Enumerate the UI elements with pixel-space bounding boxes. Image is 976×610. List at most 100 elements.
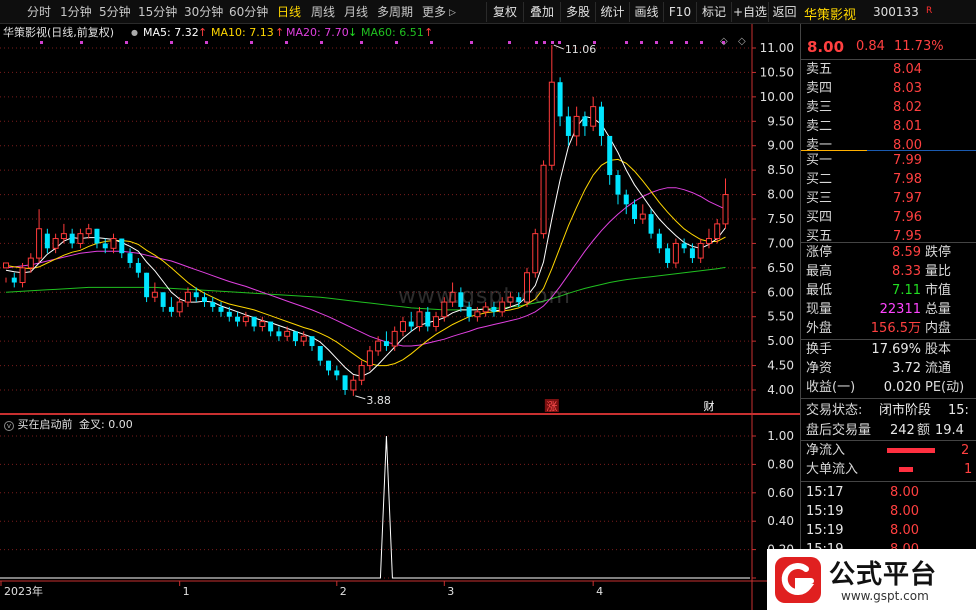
period-tab-5min[interactable]: 5分钟 (99, 4, 131, 21)
candle-body (639, 213, 646, 220)
period-tab-multi[interactable]: 多周期 (377, 4, 413, 21)
period-tab-30min[interactable]: 30分钟 (184, 4, 223, 21)
period-tab-60min[interactable]: 60分钟 (229, 4, 268, 21)
indicator-collapse-icon[interactable]: v (4, 421, 14, 431)
f10-button[interactable]: F10 (663, 2, 696, 22)
period-tab-daily[interactable]: 日线 (277, 4, 301, 21)
ma20-line (5, 187, 726, 347)
ma10-up-icon: ↑ (275, 26, 285, 39)
candle-body (366, 350, 373, 367)
back-button[interactable]: 返回 (768, 2, 800, 22)
bid-row[interactable]: 买四 7.96 (801, 208, 976, 227)
candle-body (151, 291, 158, 298)
after-hours-row: 盘后交易量 242 额 19.4 (806, 423, 964, 438)
bid-row[interactable]: 买二 7.98 (801, 170, 976, 189)
statistics-button[interactable]: 统计 (595, 2, 629, 22)
candle-body (242, 316, 249, 323)
candle-body (276, 331, 282, 337)
draw-line-button[interactable]: 画线 (629, 2, 663, 22)
bid-row[interactable]: 买三 7.97 (801, 189, 976, 208)
ask-row[interactable]: 卖二 8.01 (801, 117, 976, 136)
ma-legend: 华策影视(日线,前复权) ● MA5: 7.32 ↑ MA10: 7.13 ↑ … (0, 24, 800, 42)
period-tab-monthly[interactable]: 月线 (344, 4, 368, 21)
bid-row[interactable]: 买一 7.99 (801, 151, 976, 170)
y-tick-label: 7.00 (767, 236, 794, 250)
candle-body (218, 306, 224, 312)
y-tick-label: 6.00 (767, 285, 794, 299)
candle-body (705, 238, 712, 244)
candle-body (94, 228, 100, 244)
tick-row: 15:198.00 (806, 504, 919, 519)
period-tab-more[interactable]: 更多 (422, 4, 446, 21)
period-tab-1min[interactable]: 1分钟 (60, 4, 92, 21)
ma60-label: MA60: 6.51 (361, 26, 424, 39)
stat-row: 涨停 8.59 跌停 (806, 245, 952, 260)
candle-body (210, 302, 216, 307)
more-arrow-icon[interactable]: ▷ (449, 5, 456, 22)
candle-body (184, 291, 191, 303)
event-marker: 财 (703, 399, 714, 413)
golden-cross-series (0, 435, 750, 579)
candle-body (391, 330, 398, 347)
last-price: 8.00 (807, 38, 845, 56)
candle-body (317, 346, 323, 361)
adjust-button[interactable]: 复权 (486, 2, 523, 22)
candle-body (193, 292, 199, 298)
y-tick-label: 4.50 (767, 359, 794, 373)
candle-body (665, 248, 671, 263)
candle-body (425, 311, 431, 327)
multi-stock-button[interactable]: 多股 (560, 2, 595, 22)
mark-button[interactable]: 标记 (696, 2, 731, 22)
candle-body (607, 135, 613, 176)
candle-body (557, 82, 563, 117)
ask-row[interactable]: 卖四 8.03 (801, 79, 976, 98)
low-pointer (355, 395, 366, 400)
ma5-label: MA5: 7.32 (143, 26, 199, 39)
gspt-logo: 公式平台 www.gspt.com (767, 549, 976, 610)
ask-row[interactable]: 卖五 8.04 (801, 60, 976, 79)
stock-code: 300133 (873, 5, 919, 19)
period-tab-intraday[interactable]: 分时 (27, 4, 51, 21)
candle-body (532, 233, 539, 274)
stat-row: 最低 7.11 市值 (806, 283, 952, 298)
ask-row[interactable]: 卖三 8.02 (801, 98, 976, 117)
candle-body (375, 340, 382, 352)
candle-body (168, 306, 174, 312)
y-tick-label: 0.80 (767, 457, 794, 471)
price-chart[interactable]: 11.00 10.50 10.00 9.50 9.00 8.50 8.00 7.50 7.00 6… (0, 24, 800, 414)
period-tab-weekly[interactable]: 周线 (311, 4, 335, 21)
net-inflow-bar (887, 448, 935, 453)
candle-body (672, 242, 679, 264)
settings-dot-icon[interactable]: ● (131, 24, 138, 42)
y-tick-label: 11.00 (760, 41, 794, 55)
ma20-down-icon: ↓ (348, 26, 358, 39)
high-pointer (553, 44, 565, 50)
x-tick-label: 2023年 (4, 584, 43, 598)
candle-body (689, 248, 695, 259)
quote-panel: 8.00 0.84 11.73% 卖五 8.04 卖四 8.03 卖三 8.02 卖二… (800, 24, 976, 610)
price-pct: 11.73% (894, 39, 944, 54)
candle-body (383, 341, 389, 347)
quote-price-row: 8.00 0.84 11.73% (801, 36, 976, 58)
x-tick-label: 2 (340, 585, 347, 598)
candle-body (60, 233, 67, 240)
candle-body (648, 214, 654, 234)
candle-body (722, 194, 729, 225)
overlay-button[interactable]: 叠加 (523, 2, 560, 22)
candle-body (697, 242, 704, 259)
add-watchlist-button[interactable]: +自选 (731, 2, 768, 22)
y-tick-label: 1.00 (767, 429, 794, 443)
y-tick-label: 8.00 (767, 188, 794, 202)
period-tab-15min[interactable]: 15分钟 (138, 4, 177, 21)
candle-body (69, 233, 75, 244)
candle-body (416, 311, 423, 327)
candle-body (548, 81, 555, 166)
y-tick-label: 5.50 (767, 310, 794, 324)
fin-row: 换手 17.69% 股本 (806, 342, 952, 357)
candle-body (540, 164, 547, 235)
logo-url: www.gspt.com (841, 589, 929, 603)
big-inflow-row: 大单流入 1 (806, 462, 973, 477)
ma60-line (5, 266, 726, 311)
indicator-chart[interactable]: 1.000.800.600.400.200.002023年1234 (0, 414, 800, 610)
candle-body (127, 253, 133, 263)
